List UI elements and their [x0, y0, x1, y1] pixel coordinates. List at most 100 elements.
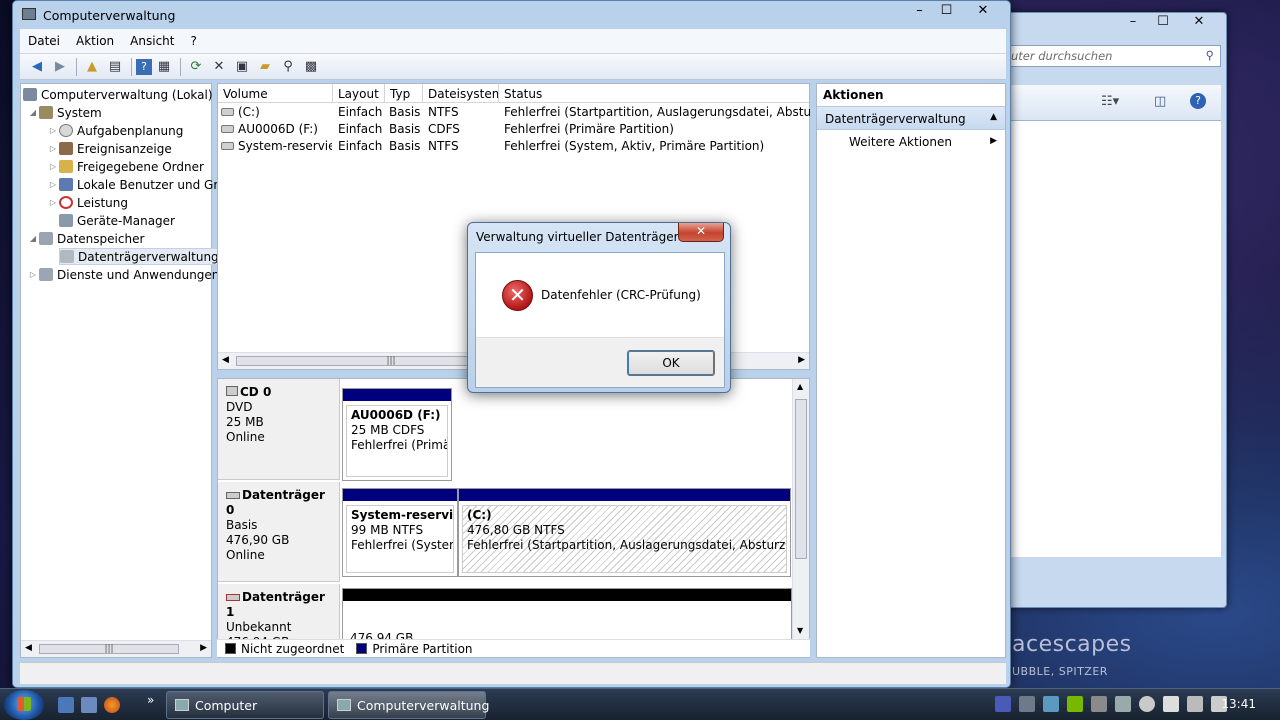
menu-ansicht[interactable]: Ansicht	[122, 34, 182, 48]
up-icon[interactable]: ▲	[81, 57, 103, 77]
view-options-icon[interactable]: ☷▾	[1101, 94, 1119, 109]
help-icon[interactable]: ?	[1190, 93, 1206, 109]
tray-update-icon[interactable]	[1043, 696, 1059, 712]
tree-item-datentraegerverwaltung[interactable]: Datenträgerverwaltung	[59, 248, 222, 265]
search-icon[interactable]: ⚲	[277, 57, 299, 77]
maximize-button[interactable]: ☐	[933, 1, 960, 21]
tree-item-label: Computerverwaltung (Lokal)	[41, 87, 213, 102]
menu-help[interactable]: ?	[182, 34, 204, 48]
scroll-thumb[interactable]: |||	[39, 644, 179, 654]
expand-arrow-icon[interactable]: ◢	[27, 108, 39, 117]
expand-arrow-icon[interactable]: ▷	[47, 144, 59, 153]
scroll-left-icon[interactable]: ◀	[25, 643, 32, 653]
scroll-thumb[interactable]	[795, 399, 807, 559]
nvidia-icon[interactable]	[1067, 696, 1083, 712]
tree-item-system[interactable]: ◢ System	[27, 104, 102, 121]
expand-arrow-icon[interactable]: ▷	[27, 270, 39, 279]
background-maximize-button[interactable]: ☐	[1148, 13, 1178, 31]
open-icon[interactable]: ▰	[254, 57, 276, 77]
show-desktop-icon[interactable]	[58, 697, 74, 713]
properties-icon[interactable]: ▣	[231, 57, 253, 77]
disk-type: DVD	[226, 400, 253, 414]
tree-item-lokale-benutzer[interactable]: ▷ Lokale Benutzer und Gru	[47, 176, 226, 193]
collapse-icon[interactable]: ▲	[990, 112, 997, 122]
delete-icon[interactable]: ✕	[208, 57, 230, 77]
expand-arrow-icon[interactable]: ◢	[27, 234, 39, 243]
background-minimize-button[interactable]: –	[1118, 13, 1148, 31]
background-search-input[interactable]: uter durchsuchen ⚲	[1006, 45, 1221, 67]
actions-section[interactable]: Datenträgerverwaltung ▲	[817, 106, 1005, 130]
expand-arrow-icon[interactable]: ▷	[47, 180, 59, 189]
back-icon[interactable]: ◀	[26, 57, 48, 77]
tree-item-computer-management[interactable]: Computerverwaltung (Lokal)	[23, 86, 213, 103]
clock[interactable]: 13:41	[1221, 697, 1256, 711]
scroll-down-icon[interactable]: ▼	[797, 626, 803, 635]
tree-item-ereignisanzeige[interactable]: ▷ Ereignisanzeige	[47, 140, 172, 157]
title-bar[interactable]: Computerverwaltung – ☐ ✕	[13, 1, 1010, 29]
tree-item-aufgabenplanung[interactable]: ▷ Aufgabenplanung	[47, 122, 183, 139]
tray-device-icon[interactable]	[1019, 696, 1035, 712]
column-header-typ[interactable]: Typ	[385, 84, 423, 103]
forward-icon[interactable]: ▶	[49, 57, 71, 77]
expand-arrow-icon[interactable]: ▷	[47, 126, 59, 135]
firefox-icon[interactable]	[104, 697, 120, 713]
scroll-up-icon[interactable]: ▲	[797, 382, 803, 391]
scroll-right-icon[interactable]: ▶	[200, 643, 207, 653]
action-center-icon[interactable]	[1163, 696, 1179, 712]
wizard-icon[interactable]: ▩	[300, 57, 322, 77]
expand-arrow-icon[interactable]: ▷	[47, 198, 59, 207]
scroll-left-icon[interactable]: ◀	[222, 355, 229, 365]
tree-item-label: System	[57, 105, 102, 120]
tree-item-dienste[interactable]: ▷ Dienste und Anwendungen	[27, 266, 220, 283]
column-header-layout[interactable]: Layout	[333, 84, 385, 103]
background-explorer-window[interactable]: – ☐ ✕ uter durchsuchen ⚲ ☷▾ ◫ ?	[1005, 12, 1227, 608]
disk-vertical-scrollbar[interactable]: ▲ ▼	[792, 379, 809, 657]
partition-c[interactable]: (C:) 476,80 GB NTFS Fehlerfrei (Startpar…	[458, 488, 791, 577]
tree-item-label: Dienste und Anwendungen	[57, 267, 220, 282]
disk-label-cd0[interactable]: CD 0 DVD 25 MB Online	[218, 379, 340, 480]
tray-tool-icon[interactable]	[1091, 696, 1107, 712]
ok-button[interactable]: OK	[627, 350, 715, 376]
column-header-dateisystem[interactable]: Dateisystem	[423, 84, 499, 103]
table-row[interactable]: System-reserviert Einfach Basis NTFS Feh…	[218, 138, 809, 155]
network-icon[interactable]	[1187, 696, 1203, 712]
scroll-right-icon[interactable]: ▶	[798, 355, 805, 365]
menu-datei[interactable]: Datei	[20, 34, 68, 48]
close-button[interactable]: ✕	[960, 1, 1006, 21]
partition-system-reserved[interactable]: System-reserviert 99 MB NTFS Fehlerfrei …	[342, 488, 458, 577]
preview-pane-icon[interactable]: ◫	[1154, 94, 1166, 109]
taskbar-button-computer[interactable]: Computer	[166, 691, 324, 719]
disk-label-disk0[interactable]: Datenträger 0 Basis 476,90 GB Online	[218, 482, 340, 582]
tray-network-status-icon[interactable]	[1115, 696, 1131, 712]
tray-app-icon[interactable]	[995, 696, 1011, 712]
table-row[interactable]: (C:) Einfach Basis NTFS Fehlerfrei (Star…	[218, 104, 811, 121]
table-row[interactable]: AU0006D (F:) Einfach Basis CDFS Fehlerfr…	[218, 121, 809, 138]
expand-arrow-icon[interactable]: ▷	[47, 162, 59, 171]
console-tree-icon[interactable]: ▤	[104, 57, 126, 77]
switch-windows-icon[interactable]	[81, 697, 97, 713]
tree-horizontal-scrollbar[interactable]: ◀ ||| ▶	[21, 640, 211, 657]
refresh-icon[interactable]: ⟳	[185, 57, 207, 77]
tree-item-leistung[interactable]: ▷ Leistung	[47, 194, 128, 211]
quick-launch-chevron[interactable]: »	[147, 693, 154, 707]
start-button[interactable]	[4, 690, 44, 720]
menu-aktion[interactable]: Aktion	[68, 34, 122, 48]
column-header-status[interactable]: Status	[499, 84, 811, 103]
disk-label-disk1[interactable]: Datenträger 1 Unbekannt 476,94 GB	[218, 584, 340, 649]
dialog-close-button[interactable]: ✕	[678, 223, 724, 242]
help-icon[interactable]: ?	[136, 58, 152, 75]
tree-item-freigegebene-ordner[interactable]: ▷ Freigegebene Ordner	[47, 158, 204, 175]
tree-item-label: Leistung	[77, 195, 128, 210]
tree-item-datenspeicher[interactable]: ◢ Datenspeicher	[27, 230, 144, 247]
partition-cd0-f[interactable]: AU0006D (F:) 25 MB CDFS Fehlerfrei (Prim…	[342, 388, 452, 481]
tree-item-geraete-manager[interactable]: Geräte-Manager	[59, 212, 175, 229]
background-close-button[interactable]: ✕	[1178, 13, 1220, 31]
partition-size: 476,80 GB NTFS	[467, 523, 565, 537]
tray-sync-icon[interactable]	[1139, 696, 1155, 712]
minimize-button[interactable]: –	[906, 1, 933, 21]
show-hide-icon[interactable]: ▦	[153, 57, 175, 77]
taskbar-button-computerverwaltung[interactable]: Computerverwaltung	[328, 691, 489, 719]
cell-typ: Basis	[389, 105, 421, 119]
action-more[interactable]: Weitere Aktionen ▶	[817, 130, 1005, 154]
column-header-volume[interactable]: Volume	[218, 84, 333, 103]
